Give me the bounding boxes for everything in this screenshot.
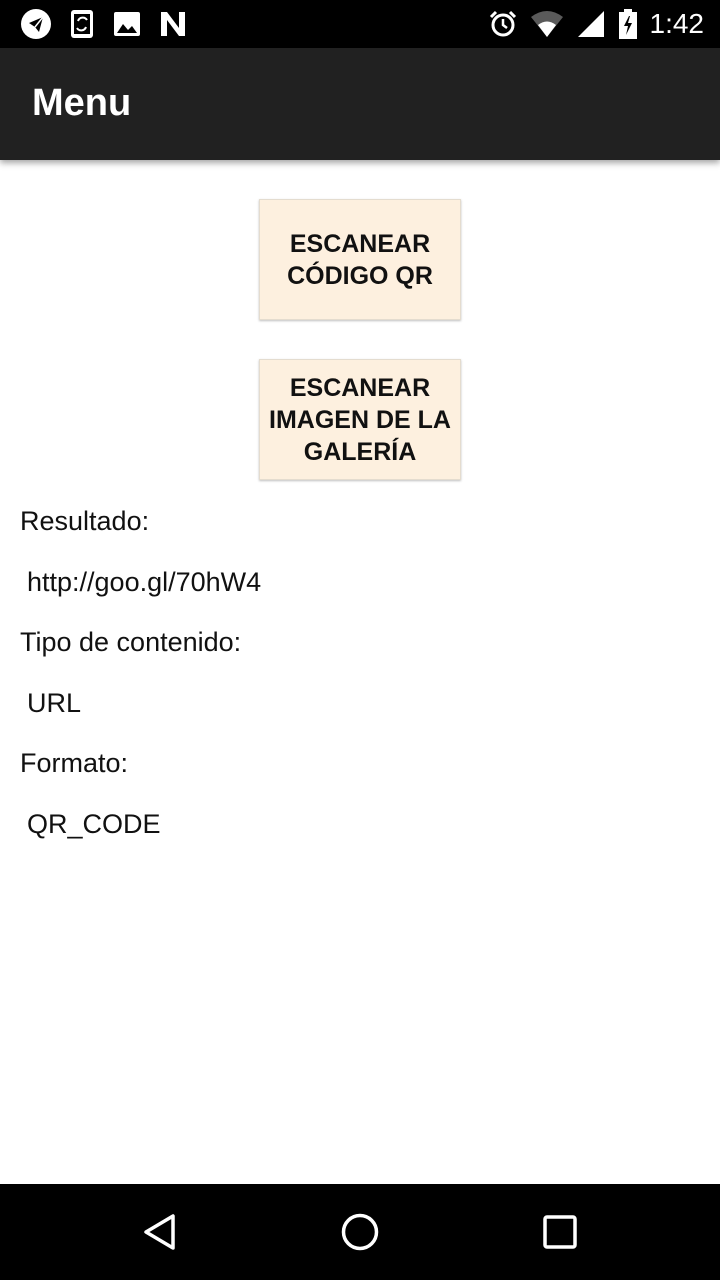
content-type-label: Tipo de contenido: — [20, 627, 242, 657]
scan-gallery-button[interactable]: ESCANEAR IMAGEN DE LA GALERÍA — [259, 359, 461, 480]
telegram-icon — [20, 8, 52, 40]
back-button[interactable] — [136, 1208, 184, 1256]
image-icon — [112, 9, 142, 39]
n-app-icon — [158, 9, 188, 39]
format-value: QR_CODE — [27, 809, 161, 839]
content-type-value: URL — [27, 688, 82, 718]
result-label: Resultado: — [20, 506, 150, 536]
scan-qr-button[interactable]: ESCANEAR CÓDIGO QR — [259, 199, 461, 320]
status-time: 1:42 — [649, 8, 705, 39]
result-value: http://goo.gl/70hW4 — [27, 567, 262, 597]
battery-icon — [618, 8, 638, 40]
phone-sync-icon — [68, 8, 96, 40]
notification-icons — [20, 8, 188, 40]
home-button[interactable] — [336, 1208, 384, 1256]
wifi-icon — [530, 9, 564, 39]
app-title: Menu — [32, 82, 132, 124]
format-label: Formato: — [20, 748, 129, 778]
back-icon — [140, 1212, 180, 1252]
navigation-bar — [0, 1184, 720, 1280]
alarm-icon — [488, 9, 518, 39]
main-content: ESCANEAR CÓDIGO QR ESCANEAR IMAGEN DE LA… — [0, 160, 720, 1184]
signal-icon — [576, 9, 606, 39]
recents-icon — [540, 1212, 580, 1252]
recents-button[interactable] — [536, 1208, 584, 1256]
system-status: 1:42 — [488, 6, 705, 42]
status-bar: 1:42 — [0, 0, 720, 48]
app-bar: Menu — [0, 48, 720, 160]
home-icon — [340, 1212, 380, 1252]
